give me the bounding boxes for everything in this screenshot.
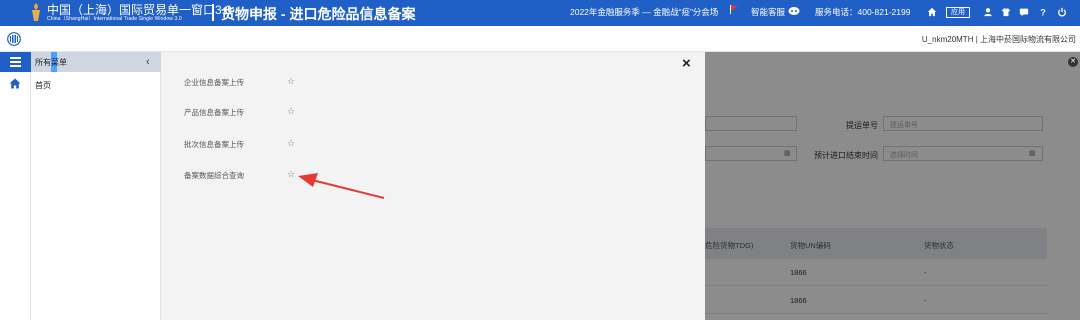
menu-panel xyxy=(161,52,705,320)
close-icon[interactable]: × xyxy=(682,56,691,71)
promo-link[interactable]: 2022年金融服务季 — 金融战“疫”分会场 xyxy=(570,6,718,18)
menu-toggle-button[interactable] xyxy=(0,52,31,72)
star-icon[interactable]: ☆ xyxy=(287,138,295,149)
star-icon[interactable]: ☆ xyxy=(287,106,295,117)
chat-bot-icon[interactable] xyxy=(788,6,800,16)
left-icon-strip xyxy=(0,52,31,320)
user-account-info[interactable]: U_nkm20MTH | 上海中菸国际物流有限公司 xyxy=(922,34,1076,45)
menu-item-record-query[interactable]: 备案数据综合查询 xyxy=(184,170,244,181)
app-badge[interactable]: 应用 xyxy=(946,7,970,18)
title-divider xyxy=(212,4,214,21)
brand-name-en: China（ShangHai）International Trade Singl… xyxy=(47,16,182,22)
sidebar xyxy=(31,52,161,320)
menu-item-enterprise-upload[interactable]: 企业信息备案上传 xyxy=(184,77,244,88)
svg-text:?: ? xyxy=(1040,7,1046,17)
menu-item-batch-upload[interactable]: 批次信息备案上传 xyxy=(184,139,244,150)
flag-icon xyxy=(730,5,738,14)
sidebar-heading: 所有菜单 xyxy=(35,58,67,67)
star-icon[interactable]: ☆ xyxy=(287,169,295,180)
message-icon[interactable] xyxy=(1018,6,1030,18)
service-phone: 服务电话：400-821-2199 xyxy=(815,7,911,17)
top-bar: 中国（上海）国际贸易单一窗口3.0 China（ShangHai）Interna… xyxy=(0,0,1080,26)
close-tab-icon[interactable]: ✕ xyxy=(1068,57,1078,67)
sub-header xyxy=(0,26,1080,52)
sidebar-item-home[interactable]: 首页 xyxy=(35,80,51,91)
customer-service-link[interactable]: 智能客服 xyxy=(751,6,785,18)
torch-logo-icon xyxy=(32,3,40,21)
page-title: 货物申报 - 进口危险品信息备案 xyxy=(221,6,416,22)
help-icon[interactable]: ? xyxy=(1037,6,1049,18)
home-nav-icon[interactable] xyxy=(9,78,21,89)
menu-item-product-upload[interactable]: 产品信息备案上传 xyxy=(184,107,244,118)
shirt-icon[interactable] xyxy=(1000,6,1012,18)
portal-logo-icon[interactable] xyxy=(7,32,21,46)
chevron-left-icon[interactable]: ‹ xyxy=(146,56,150,68)
user-icon[interactable] xyxy=(982,6,994,18)
power-icon[interactable] xyxy=(1056,6,1068,18)
home-icon[interactable] xyxy=(926,6,938,18)
star-icon[interactable]: ☆ xyxy=(287,76,295,87)
